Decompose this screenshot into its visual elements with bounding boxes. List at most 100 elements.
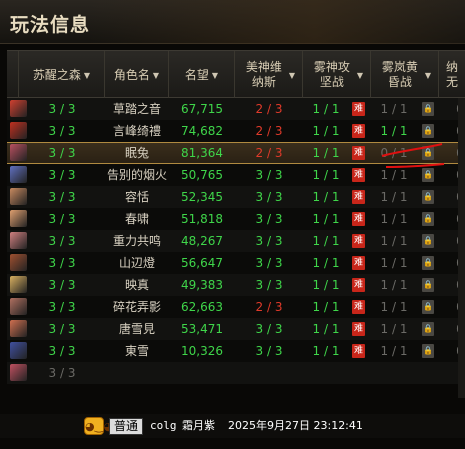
lock-icon: 🔒 <box>422 234 434 248</box>
mist-count: 1 / 1 <box>312 168 340 182</box>
hard-mode-badge[interactable]: 难 <box>352 344 365 358</box>
lock-icon: 🔒 <box>422 212 434 226</box>
sort-arrow-icon: ▼ <box>211 70 219 80</box>
mist-count: 1 / 1 <box>312 146 340 160</box>
forest-count: 3 / 3 <box>48 168 76 182</box>
table-row[interactable]: 3 / 3山辺燈56,6473 / 31 / 11 / 10难🔒 <box>0 252 465 274</box>
mist-count: 1 / 1 <box>312 344 340 358</box>
mist-count: 1 / 1 <box>312 322 340 336</box>
forest-count: 3 / 3 <box>48 102 76 116</box>
hard-mode-badge[interactable]: 难 <box>352 256 365 270</box>
lock-icon: 🔒 <box>422 146 434 160</box>
character-name: 眠兔 <box>124 146 149 160</box>
mist-count: 1 / 1 <box>312 190 340 204</box>
character-name: 碎花弄影 <box>112 300 161 314</box>
forest-count: 3 / 3 <box>48 366 76 380</box>
sort-arrow-icon: ▼ <box>83 70 91 80</box>
lock-icon: 🔒 <box>422 190 434 204</box>
table-row[interactable]: 3 / 3唐雪見53,4713 / 31 / 11 / 10难🔒 <box>0 318 465 340</box>
lock-icon: 🔒 <box>422 168 434 182</box>
table-row[interactable]: 3 / 3東雪10,3263 / 31 / 11 / 10难🔒 <box>0 340 465 362</box>
dusk-count: 1 / 1 <box>380 124 408 138</box>
lock-icon: 🔒 <box>422 102 434 116</box>
venus-count: 3 / 3 <box>255 278 283 292</box>
forest-count: 3 / 3 <box>48 212 76 226</box>
hard-mode-badge[interactable]: 难 <box>352 124 365 138</box>
hard-mode-badge[interactable]: 难 <box>352 300 365 314</box>
hard-mode-badge[interactable]: 难 <box>352 322 365 336</box>
venus-count: 3 / 3 <box>255 168 283 182</box>
mist-count: 1 / 1 <box>312 300 340 314</box>
fame-value: 48,267 <box>181 234 223 248</box>
emote-icon[interactable]: ◕‿◕ <box>84 417 113 435</box>
table-row[interactable]: 3 / 3言峰绮禮74,6822 / 31 / 11 / 10难🔒 <box>0 120 465 142</box>
chat-sender[interactable]: colg <box>150 418 177 434</box>
table-row[interactable]: 3 / 3容恬52,3453 / 31 / 11 / 10难🔒 <box>0 186 465 208</box>
col-header-forest[interactable]: 苏醒之森 ▼ <box>19 51 105 99</box>
fame-value: 81,364 <box>181 146 223 160</box>
hard-mode-badge[interactable]: 难 <box>352 168 365 182</box>
fame-value: 51,818 <box>181 212 223 226</box>
hard-mode-badge[interactable]: 难 <box>352 278 365 292</box>
table-row[interactable]: 3 / 3草踏之音67,7152 / 31 / 11 / 10难🔒 <box>0 98 465 120</box>
character-name: 草踏之音 <box>112 102 161 116</box>
table-row[interactable]: 3 / 3告别的烟火50,7653 / 31 / 11 / 10难🔒 <box>0 164 465 186</box>
mist-count: 1 / 1 <box>312 278 340 292</box>
col-header-venus[interactable]: 美神维纳斯 ▼ <box>235 51 303 99</box>
hard-mode-badge[interactable]: 难 <box>352 234 365 248</box>
col-header-dusk[interactable]: 雾岚黄昏战 ▼ <box>371 51 439 99</box>
hard-mode-badge[interactable]: 难 <box>352 146 365 160</box>
table-row[interactable]: 3 / 3 <box>0 362 465 384</box>
dusk-count: 1 / 1 <box>380 322 408 336</box>
col-header-mist[interactable]: 雾神攻坚战 ▼ <box>303 51 371 99</box>
sort-arrow-icon: ▼ <box>424 70 432 80</box>
chat-message: 霜月紫 <box>182 419 215 432</box>
table-row[interactable]: 3 / 3春啸51,8183 / 31 / 11 / 10难🔒 <box>0 208 465 230</box>
table-header: 苏醒之森 ▼ 角色名 ▼ 名望 ▼ 美神维纳斯 ▼ 雾神攻坚战 ▼ 雾岚黄昏战 ▼ 纳无 <box>7 50 465 99</box>
col-header-fame[interactable]: 名望 ▼ <box>169 51 235 99</box>
col-header-name-label: 角色名 <box>113 67 150 82</box>
forest-count: 3 / 3 <box>48 256 76 270</box>
hard-mode-badge[interactable]: 难 <box>352 102 365 116</box>
hard-mode-badge[interactable]: 难 <box>352 190 365 204</box>
fame-value: 53,471 <box>181 322 223 336</box>
venus-count: 3 / 3 <box>255 256 283 270</box>
scrollbar[interactable] <box>458 98 465 398</box>
forest-count: 3 / 3 <box>48 300 76 314</box>
col-header-extra[interactable]: 纳无 <box>439 51 465 99</box>
col-header-name[interactable]: 角色名 ▼ <box>105 51 169 99</box>
dusk-count: 1 / 1 <box>380 344 408 358</box>
fame-value <box>169 362 235 384</box>
col-header-dusk-label: 雾岚黄昏战 <box>381 60 418 89</box>
character-name: 映真 <box>124 278 149 292</box>
col-header-forest-label: 苏醒之森 <box>32 67 81 82</box>
lock-icon: 🔒 <box>422 256 434 270</box>
character-name: 山辺燈 <box>118 256 155 270</box>
character-name: 東雪 <box>124 344 149 358</box>
dusk-count: 1 / 1 <box>380 102 408 116</box>
forest-count: 3 / 3 <box>48 146 76 160</box>
dusk-count: 1 / 1 <box>380 234 408 248</box>
table-row[interactable]: 3 / 3眠兔81,3642 / 31 / 10 / 10难🔒 <box>0 142 465 164</box>
table-row[interactable]: 3 / 3重力共鸣48,2673 / 31 / 11 / 10难🔒 <box>0 230 465 252</box>
col-header-venus-label: 美神维纳斯 <box>245 60 282 89</box>
mist-count: 1 / 1 <box>312 234 340 248</box>
window-title: 玩法信息 <box>10 14 91 36</box>
table-row[interactable]: 3 / 3碎花弄影62,6632 / 31 / 11 / 10难🔒 <box>0 296 465 318</box>
fame-value: 67,715 <box>181 102 223 116</box>
table-row[interactable]: 3 / 3映真49,3833 / 31 / 11 / 10难🔒 <box>0 274 465 296</box>
character-name: 唐雪見 <box>118 322 155 336</box>
character-name: 重力共鸣 <box>112 234 161 248</box>
lock-icon: 🔒 <box>422 300 434 314</box>
dusk-count: 1 / 1 <box>380 190 408 204</box>
chat-channel-badge[interactable]: 普通 <box>109 418 144 435</box>
hard-mode-badge[interactable]: 难 <box>352 212 365 226</box>
lock-icon: 🔒 <box>422 322 434 336</box>
venus-count <box>235 362 303 384</box>
dusk-count: 1 / 1 <box>380 300 408 314</box>
chat-bar: ◕‿◕ 普通 colg 霜月紫 2025年9月27日 23:12:41 <box>0 414 465 438</box>
mist-count <box>303 362 349 384</box>
lock-icon: 🔒 <box>422 124 434 138</box>
sort-arrow-icon: ▼ <box>152 70 160 80</box>
col-header-extra-label: 纳无 <box>445 60 458 89</box>
